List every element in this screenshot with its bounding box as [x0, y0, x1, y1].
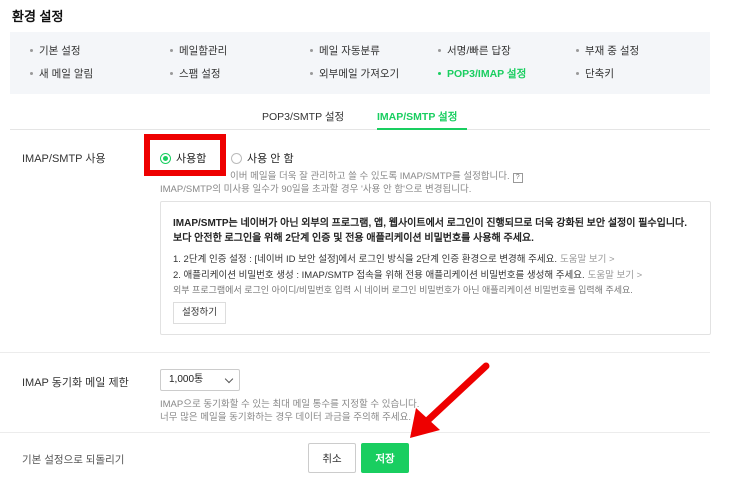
info-step1: 1. 2단계 인증 설정 : [네이버 ID 보안 설정]에서 로그인 방식을 …: [173, 251, 615, 265]
info-step1-text: 1. 2단계 인증 설정 : [네이버 ID 보안 설정]에서 로그인 방식을 …: [173, 254, 558, 265]
sync-help-line2: 너무 많은 메일을 동기화하는 경우 데이터 과금을 주의해 주세요.: [160, 412, 411, 423]
bullet-icon: [310, 48, 313, 52]
bullet-icon: [438, 71, 441, 75]
active-tab-indicator: [377, 128, 467, 130]
nav-item-label: 서명/빠른 답장: [447, 45, 511, 57]
bullet-icon: [170, 48, 173, 52]
info-step2-text: 2. 애플리케이션 비밀번호 생성 : IMAP/SMTP 접속을 위해 전용 …: [173, 270, 585, 281]
radio-not-use[interactable]: 사용 안 함: [231, 150, 294, 166]
info-note: 외부 프로그램에서 로그인 아이디/비밀번호 입력 시 네이버 로그인 비밀번호…: [173, 285, 633, 295]
tab-imap-smtp[interactable]: IMAP/SMTP 설정: [377, 109, 457, 124]
nav-item-auto-sort[interactable]: 메일 자동분류: [310, 43, 380, 58]
nav-item-label: 메일함관리: [179, 45, 228, 57]
nav-item-signature[interactable]: 서명/빠른 답장: [438, 43, 511, 58]
footer-divider: [0, 432, 710, 433]
sync-limit-value: 1,000통: [169, 374, 204, 385]
nav-item-label: POP3/IMAP 설정: [447, 68, 527, 80]
info-title-line2: 보다 안전한 로그인을 위해 2단계 인증 및 전용 애플리케이션 비밀번호를 …: [173, 233, 534, 244]
nav-item-basic[interactable]: 기본 설정: [30, 43, 81, 58]
cancel-button[interactable]: 취소: [308, 443, 356, 473]
red-arrow-annotation: [410, 362, 490, 438]
nav-item-mailbox[interactable]: 메일함관리: [170, 43, 227, 58]
step2-help-link[interactable]: 도움말 보기 >: [588, 270, 643, 281]
sync-limit-label: IMAP 동기화 메일 제한: [22, 377, 129, 389]
nav-item-external-mail[interactable]: 외부메일 가져오기: [310, 66, 399, 81]
bullet-icon: [310, 71, 313, 75]
imap-help-line2: IMAP/SMTP의 미사용 일수가 90일을 초과할 경우 '사용 안 함'으…: [160, 184, 472, 195]
info-step2: 2. 애플리케이션 비밀번호 생성 : IMAP/SMTP 접속을 위해 전용 …: [173, 267, 642, 281]
nav-item-new-mail-alert[interactable]: 새 메일 알림: [30, 66, 93, 81]
nav-item-label: 외부메일 가져오기: [319, 68, 400, 80]
radio-not-use-label: 사용 안 함: [247, 153, 294, 165]
reset-defaults-link[interactable]: 기본 설정으로 되돌리기: [22, 452, 124, 467]
nav-item-label: 스팸 설정: [179, 68, 221, 80]
bullet-icon: [576, 48, 579, 52]
bullet-icon: [576, 71, 579, 75]
sync-help-line1: IMAP으로 동기화할 수 있는 최대 메일 통수를 지정할 수 있습니다.: [160, 399, 420, 410]
info-title-line1: IMAP/SMTP는 네이버가 아닌 외부의 프로그램, 앱, 웹사이트에서 로…: [173, 218, 688, 229]
radio-unchecked-icon: [231, 152, 242, 164]
radio-use[interactable]: 사용함: [160, 150, 206, 166]
nav-item-label: 새 메일 알림: [39, 68, 94, 80]
bullet-icon: [170, 71, 173, 75]
settings-tabs: POP3/SMTP 설정 IMAP/SMTP 설정: [10, 104, 710, 130]
sync-limit-select[interactable]: 1,000통: [160, 369, 240, 391]
chevron-down-icon: [224, 374, 234, 384]
nav-item-spam[interactable]: 스팸 설정: [170, 66, 221, 81]
nav-item-absence[interactable]: 부재 중 설정: [576, 43, 639, 58]
question-icon[interactable]: ?: [512, 173, 523, 183]
radio-use-label: 사용함: [176, 153, 207, 165]
radio-checked-icon: [160, 152, 171, 164]
imap-smtp-use-label: IMAP/SMTP 사용: [22, 153, 106, 165]
nav-item-label: 기본 설정: [39, 45, 81, 57]
nav-item-label: 부재 중 설정: [585, 45, 640, 57]
nav-item-label: 메일 자동분류: [319, 45, 380, 57]
bullet-icon: [30, 48, 33, 52]
settings-nav: 기본 설정 메일함관리 메일 자동분류 서명/빠른 답장 부재 중 설정 새 메…: [10, 32, 710, 94]
nav-item-pop3-imap[interactable]: POP3/IMAP 설정: [438, 66, 526, 81]
nav-item-label: 단축키: [585, 68, 614, 80]
step1-help-link[interactable]: 도움말 보기 >: [560, 254, 615, 265]
security-info-box: IMAP/SMTP는 네이버가 아닌 외부의 프로그램, 앱, 웹사이트에서 로…: [160, 201, 711, 335]
bullet-icon: [30, 71, 33, 75]
page-title: 환경 설정: [12, 9, 64, 24]
tab-pop3-smtp[interactable]: POP3/SMTP 설정: [262, 109, 344, 124]
setup-button[interactable]: 설정하기: [173, 302, 226, 324]
section-divider: [0, 352, 710, 353]
bullet-icon: [438, 48, 441, 52]
nav-item-shortcuts[interactable]: 단축키: [576, 66, 614, 81]
